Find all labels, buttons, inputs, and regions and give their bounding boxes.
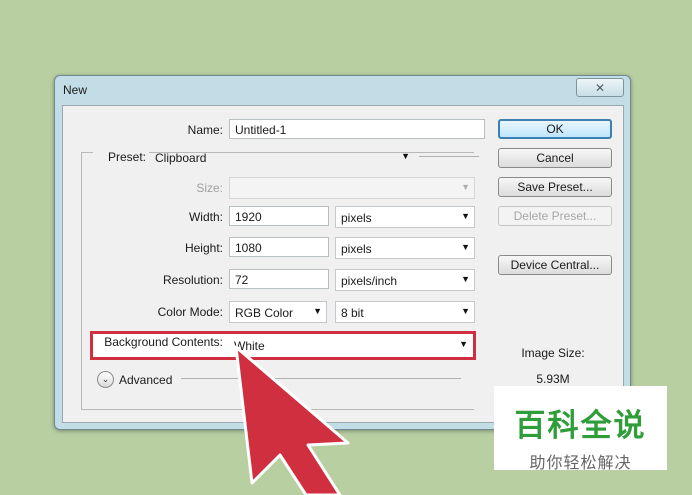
preset-label: Preset:: [93, 150, 149, 164]
bit-depth-value: 8 bit: [341, 306, 364, 320]
name-label: Name:: [187, 123, 223, 137]
watermark: 百科全说 助你轻松解决: [494, 386, 667, 472]
arrow-pointer-icon: [234, 345, 350, 495]
preset-divider: [419, 156, 479, 157]
size-select[interactable]: ▼: [229, 177, 475, 199]
name-input[interactable]: Untitled-1: [229, 119, 485, 139]
chevron-down-icon: ▼: [461, 306, 470, 316]
chevron-down-icon: ▼: [459, 339, 468, 349]
width-unit-select[interactable]: pixels ▼: [335, 206, 475, 228]
close-icon: ✕: [594, 80, 606, 95]
advanced-toggle-icon[interactable]: ⌄: [97, 371, 114, 388]
height-unit-value: pixels: [341, 242, 372, 256]
image-size-value: 5.93M: [536, 372, 570, 386]
device-central-button[interactable]: Device Central...: [498, 255, 612, 275]
chevron-down-icon: ▼: [461, 242, 470, 252]
chevron-down-icon: ▼: [461, 274, 470, 284]
resolution-input[interactable]: 72: [229, 269, 329, 289]
title-bar: New ✕: [55, 76, 630, 102]
height-input[interactable]: 1080: [229, 237, 329, 257]
chevron-down-icon: ▼: [461, 182, 470, 192]
preset-value: Clipboard: [155, 151, 207, 165]
chevron-down-icon: ▼: [461, 211, 470, 221]
bit-depth-select[interactable]: 8 bit ▼: [335, 301, 475, 323]
resolution-label: Resolution:: [162, 273, 223, 287]
preset-select[interactable]: Clipboard ▼: [149, 146, 415, 168]
watermark-title: 百科全说: [514, 408, 647, 444]
resolution-unit-select[interactable]: pixels/inch ▼: [335, 269, 475, 291]
background-contents-label: Background Contents:: [104, 335, 223, 349]
ok-button[interactable]: OK: [498, 119, 612, 139]
advanced-label[interactable]: Advanced: [119, 373, 172, 387]
height-unit-select[interactable]: pixels ▼: [335, 237, 475, 259]
cancel-button[interactable]: Cancel: [498, 148, 612, 168]
size-label: Size:: [196, 181, 223, 195]
watermark-subtitle: 助你轻松解决: [529, 453, 632, 472]
width-input[interactable]: 1920: [229, 206, 329, 226]
chevron-down-icon: ▼: [313, 306, 322, 316]
chevron-down-icon: ▼: [401, 151, 410, 161]
width-label: Width:: [188, 210, 223, 224]
color-mode-label: Color Mode:: [157, 305, 223, 319]
color-mode-value: RGB Color: [235, 306, 294, 320]
height-label: Height:: [184, 241, 223, 255]
width-unit-value: pixels: [341, 211, 372, 225]
save-preset-button[interactable]: Save Preset...: [498, 177, 612, 197]
image-size-label: Image Size:: [521, 346, 585, 360]
close-button[interactable]: ✕: [576, 78, 624, 97]
color-mode-select[interactable]: RGB Color ▼: [229, 301, 327, 323]
dialog-title: New: [63, 83, 88, 97]
resolution-unit-value: pixels/inch: [341, 274, 398, 288]
delete-preset-button[interactable]: Delete Preset...: [498, 206, 612, 226]
